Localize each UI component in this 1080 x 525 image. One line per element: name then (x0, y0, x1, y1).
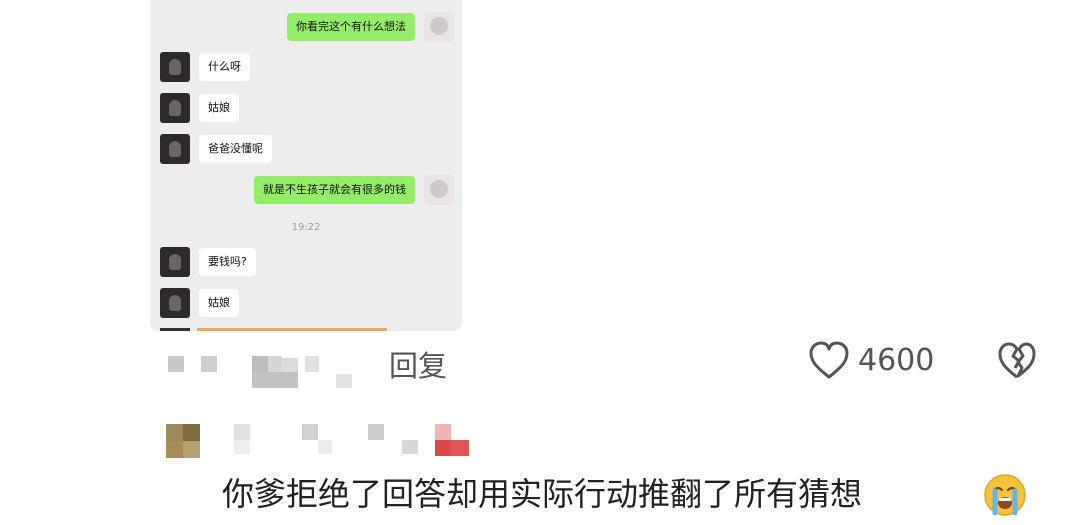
contact-avatar (160, 288, 190, 318)
chat-message-incoming: 要钱吗? (160, 247, 256, 277)
comment-text: 你爹拒绝了回答却用实际行动推翻了所有猜想 (222, 475, 863, 513)
my-avatar (424, 175, 454, 205)
chat-screenshot: 你看完这个有什么想法 什么呀 姑娘 爸爸没懂呢 就是不生孩子就会有很多的钱 19… (150, 0, 462, 331)
chat-message-incoming: 爸爸没懂呢 (160, 134, 272, 164)
loudly-crying-face-icon (983, 473, 1027, 521)
chat-bubble: 姑娘 (199, 289, 239, 317)
chat-bubble: 什么呀 (199, 53, 250, 81)
contact-avatar (160, 134, 190, 164)
my-avatar (424, 12, 454, 42)
cropped-avatar-edge (160, 328, 190, 331)
cropped-bubble-edge (197, 328, 387, 331)
like-heart-icon[interactable] (808, 341, 850, 385)
like-count: 4600 (858, 343, 935, 378)
chat-message-incoming: 姑娘 (160, 288, 239, 318)
chat-timestamp: 19:22 (291, 222, 321, 233)
chat-message-outgoing: 你看完这个有什么想法 (287, 12, 454, 42)
broken-heart-icon[interactable] (997, 341, 1037, 385)
chat-bubble: 爸爸没懂呢 (199, 135, 272, 163)
chat-message-incoming: 姑娘 (160, 93, 239, 123)
reply-button[interactable]: 回复 (389, 343, 447, 385)
contact-avatar (160, 93, 190, 123)
chat-bubble: 要钱吗? (199, 248, 256, 276)
contact-avatar (160, 247, 190, 277)
chat-message-outgoing: 就是不生孩子就会有很多的钱 (254, 175, 454, 205)
chat-bubble: 就是不生孩子就会有很多的钱 (254, 176, 415, 204)
chat-bubble: 姑娘 (199, 94, 239, 122)
contact-avatar (160, 52, 190, 82)
chat-message-incoming: 什么呀 (160, 52, 250, 82)
chat-bubble: 你看完这个有什么想法 (287, 13, 415, 41)
